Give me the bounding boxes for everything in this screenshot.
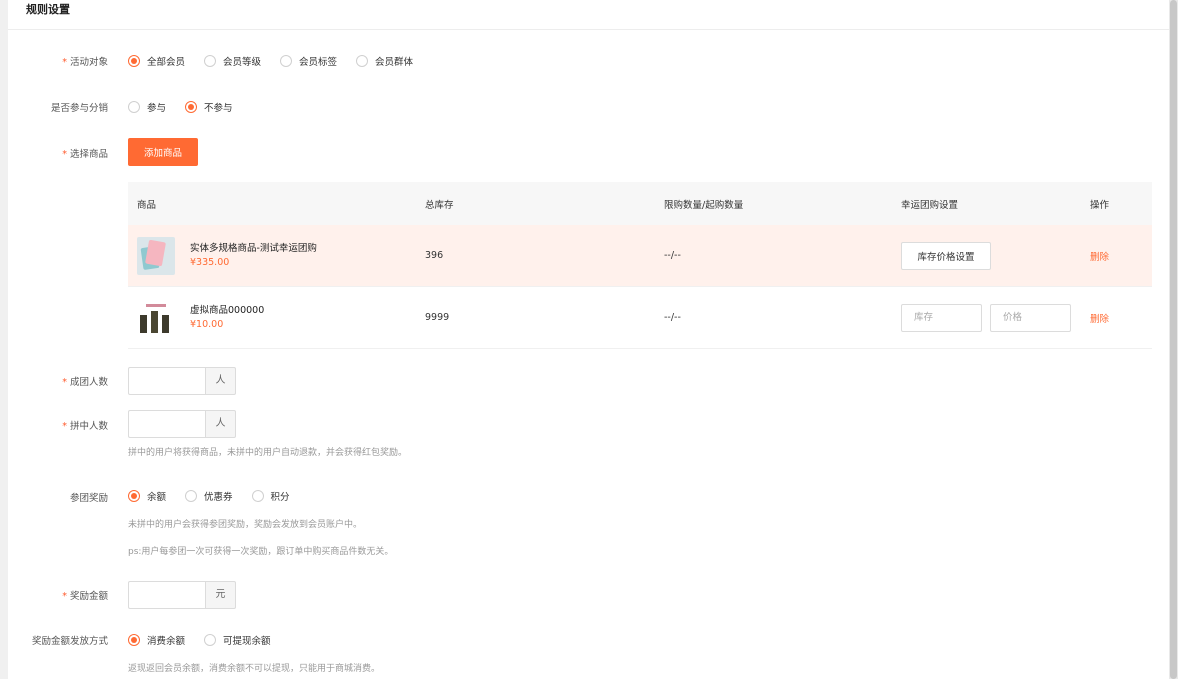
radio-dot — [280, 55, 293, 67]
radio-dot — [185, 490, 198, 502]
group-size-label: * 成团人数 — [62, 377, 108, 388]
limit-cell: --/-- — [664, 312, 681, 323]
goods-price: ¥10.00 — [190, 318, 224, 330]
radio-member-tag[interactable]: 会员标签 — [280, 54, 337, 68]
table-row: 实体多规格商品-测试幸运团购 ¥335.00 396 --/-- 库存价格设置 … — [128, 225, 1152, 287]
radio-not-participate[interactable]: 不参与 — [185, 100, 233, 114]
group-size-input[interactable] — [128, 367, 205, 395]
product-image — [137, 298, 175, 337]
reward-method-label: 奖励金额发放方式 — [31, 636, 108, 647]
required-mark: * — [62, 377, 67, 388]
add-goods-button[interactable]: 添加商品 — [128, 138, 198, 166]
radio-balance[interactable]: 余额 — [128, 489, 166, 503]
scrollbar-thumb[interactable] — [1170, 0, 1177, 679]
radio-dot — [128, 101, 140, 113]
header-goods: 商品 — [137, 199, 157, 211]
operation-cell: 删除 — [1078, 249, 1152, 263]
required-mark: * — [62, 57, 67, 68]
reward-method-options: 消费余额 可提现余额 — [128, 633, 290, 647]
radio-dot — [185, 101, 198, 113]
radio-participate[interactable]: 参与 — [128, 100, 166, 114]
header-lucky-setting: 幸运团购设置 — [901, 199, 959, 211]
radio-withdrawable-balance[interactable]: 可提现余额 — [204, 633, 271, 647]
required-mark: * — [62, 149, 67, 160]
reward-amount-label: * 奖励金额 — [62, 591, 108, 602]
title-divider — [8, 29, 1169, 30]
delete-link[interactable]: 删除 — [1090, 252, 1109, 263]
goods-cell: 虚拟商品000000 ¥10.00 — [128, 298, 417, 337]
radio-dot — [251, 490, 264, 502]
lucky-setting-cell — [889, 303, 1078, 332]
lucky-setting-cell: 库存价格设置 — [889, 241, 1078, 270]
radio-coupon[interactable]: 优惠券 — [185, 489, 233, 503]
radio-dot — [356, 55, 369, 67]
table-header: 商品 总库存 限购数量/起购数量 幸运团购设置 操作 — [128, 182, 1152, 225]
product-image — [137, 236, 175, 275]
required-mark: * — [62, 421, 67, 432]
goods-cell: 实体多规格商品-测试幸运团购 ¥335.00 — [128, 236, 417, 275]
stock-cell: 9999 — [425, 312, 450, 323]
radio-dot — [128, 634, 140, 646]
join-reward-label: 参团奖励 — [69, 493, 108, 504]
radio-all-members[interactable]: 全部会员 — [128, 54, 185, 68]
radio-dot — [128, 490, 140, 502]
goods-name: 实体多规格商品-测试幸运团购 — [190, 242, 317, 254]
winner-count-input[interactable] — [128, 410, 205, 438]
join-reward-options: 余额 优惠券 积分 — [128, 489, 309, 503]
table-row: 虚拟商品000000 ¥10.00 9999 --/-- 删除 — [128, 287, 1152, 349]
distribution-label: 是否参与分销 — [50, 103, 108, 114]
reward-amount-field: 元 — [128, 581, 236, 609]
page-scrollbar[interactable] — [1169, 0, 1178, 679]
activity-target-label: * 活动对象 — [62, 57, 108, 68]
header-limit: 限购数量/起购数量 — [664, 199, 744, 211]
reward-method-hint: 返现返回会员余额，消费余额不可以提现，只能用于商城消费。 — [128, 664, 381, 674]
group-size-field: 人 — [128, 367, 236, 395]
rules-panel: 规则设置 * 活动对象 全部会员 会员等级 会员标签 会员群体 是否参与分销 参与… — [8, 0, 1169, 679]
radio-dot — [204, 634, 217, 646]
select-goods-label: * 选择商品 — [62, 149, 108, 160]
radio-member-level[interactable]: 会员等级 — [204, 54, 261, 68]
stock-input[interactable] — [901, 303, 982, 332]
header-operation: 操作 — [1090, 199, 1110, 211]
activity-target-options: 全部会员 会员等级 会员标签 会员群体 — [128, 54, 432, 68]
goods-table: 商品 总库存 限购数量/起购数量 幸运团购设置 操作 实体多规格商品-测试幸运团… — [128, 182, 1152, 349]
radio-points[interactable]: 积分 — [251, 489, 290, 503]
goods-price: ¥335.00 — [190, 256, 230, 268]
winner-count-label: * 拼中人数 — [62, 421, 108, 432]
join-reward-ps: ps:用户每参团一次可获得一次奖励，跟订单中购买商品件数无关。 — [128, 547, 394, 557]
radio-consume-balance[interactable]: 消费余额 — [128, 633, 185, 647]
stock-cell: 396 — [425, 250, 444, 261]
operation-cell: 删除 — [1078, 311, 1152, 325]
radio-member-group[interactable]: 会员群体 — [356, 54, 413, 68]
winner-count-hint: 拼中的用户将获得商品，未拼中的用户自动退款，并会获得红包奖励。 — [128, 448, 408, 458]
unit-person: 人 — [205, 367, 236, 395]
join-reward-hint: 未拼中的用户会获得参团奖励，奖励会发放到会员账户中。 — [128, 520, 363, 530]
unit-yuan: 元 — [205, 581, 236, 609]
radio-dot — [204, 55, 217, 67]
price-input[interactable] — [990, 303, 1071, 332]
section-title: 规则设置 — [26, 3, 70, 16]
stock-price-setting-button[interactable]: 库存价格设置 — [901, 241, 991, 270]
required-mark: * — [62, 591, 67, 602]
winner-count-field: 人 — [128, 410, 236, 438]
delete-link[interactable]: 删除 — [1090, 314, 1109, 325]
unit-person: 人 — [205, 410, 236, 438]
limit-cell: --/-- — [664, 250, 681, 261]
header-stock: 总库存 — [425, 199, 454, 211]
reward-amount-input[interactable] — [128, 581, 205, 609]
distribution-options: 参与 不参与 — [128, 100, 252, 114]
goods-name: 虚拟商品000000 — [190, 304, 265, 316]
radio-dot — [128, 55, 140, 67]
